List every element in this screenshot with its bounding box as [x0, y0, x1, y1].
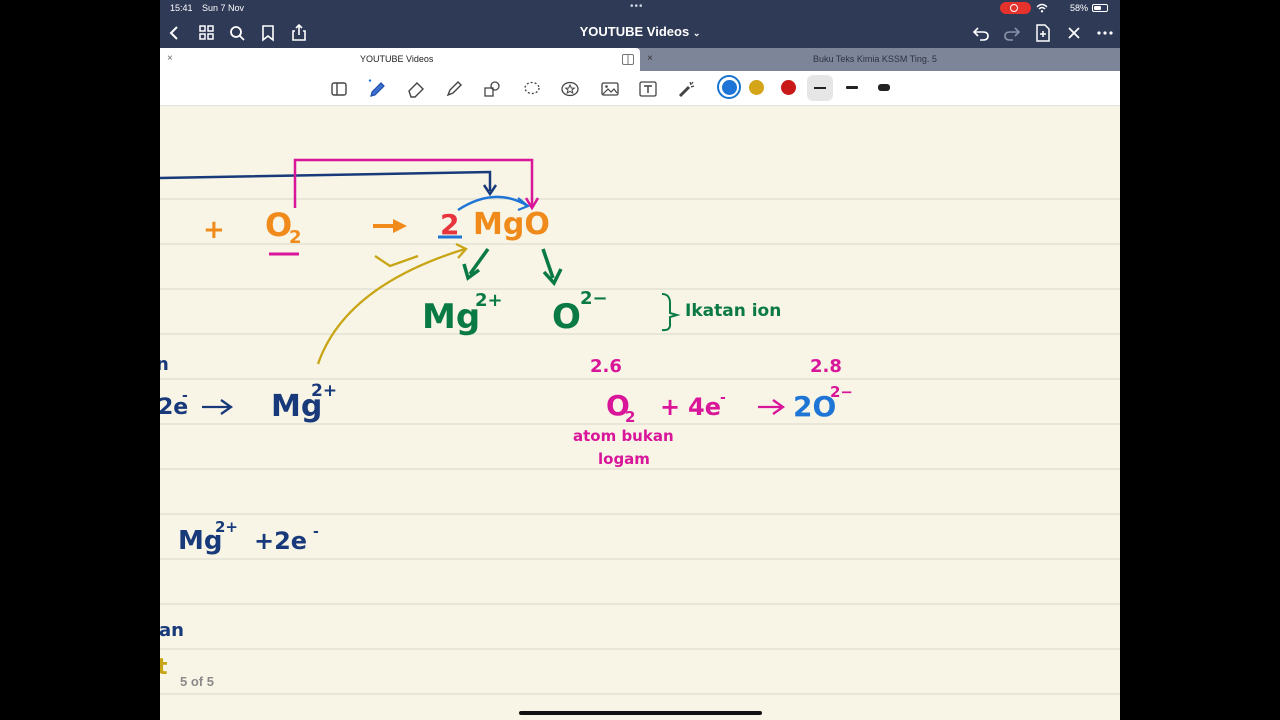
more-icon[interactable]: [1096, 24, 1114, 42]
brace-icon: [661, 293, 681, 332]
magnesium-ion: Mg: [422, 297, 480, 337]
text-icon[interactable]: [638, 79, 658, 99]
add-page-icon[interactable]: [1034, 24, 1052, 42]
stroke-medium-icon: [846, 86, 858, 89]
status-bar: 15:41 Sun 7 Nov ••• 58%: [160, 0, 1120, 17]
shapes-icon[interactable]: [482, 79, 502, 99]
lasso-icon[interactable]: [522, 79, 542, 99]
ikatan-ion-label: Ikatan ion: [685, 301, 781, 321]
search-icon[interactable]: [228, 24, 246, 42]
annotation-toolbar: [160, 71, 1120, 106]
magenta-arrow: [758, 399, 786, 415]
nav-bar: YOUTUBE Videos ⌄: [160, 17, 1120, 48]
chevron-down-icon: ⌄: [692, 28, 701, 38]
document-title[interactable]: YOUTUBE Videos ⌄: [540, 24, 740, 39]
electron-term-sup: -: [182, 388, 188, 404]
navy-arrow: [202, 399, 234, 415]
bookmark-icon[interactable]: [259, 24, 277, 42]
four-electrons: 4e: [688, 393, 721, 421]
sidebar-icon[interactable]: [329, 79, 349, 99]
stroke-thick-button[interactable]: [871, 75, 897, 101]
cut-off-text-an: an: [160, 620, 184, 641]
note-page-canvas[interactable]: + O 2 2 MgO Mg 2+ O 2− Ikatan ion n 2e -…: [160, 106, 1120, 720]
color-swatch-yellow[interactable]: [749, 80, 764, 95]
screen-recording-indicator[interactable]: [1000, 2, 1031, 14]
config-oxide-ion: 2.8: [810, 356, 842, 377]
page-indicator: 5 of 5: [180, 674, 214, 689]
image-icon[interactable]: [600, 79, 620, 99]
stroke-medium-button[interactable]: [839, 75, 865, 101]
color-swatch-red[interactable]: [781, 80, 796, 95]
product-mgo: MgO: [473, 207, 550, 242]
record-icon: [1010, 4, 1018, 12]
oxide-product-charge: 2−: [830, 383, 853, 401]
magenta-connector-arrow: [293, 158, 534, 208]
tab-label: YOUTUBE Videos: [360, 54, 434, 64]
plus-2e: +2e: [254, 527, 307, 555]
coefficient: 2: [440, 208, 459, 241]
tab-buku-teks[interactable]: × Buku Teks Kimia KSSM Ting. 5: [640, 48, 1120, 71]
split-view-icon[interactable]: [622, 54, 634, 65]
tab-label: Buku Teks Kimia KSSM Ting. 5: [813, 54, 937, 64]
pen-icon[interactable]: [367, 79, 387, 99]
oxide-ion-charge: 2−: [580, 288, 608, 309]
share-icon[interactable]: [290, 24, 308, 42]
mg-ion-line2-charge: 2+: [215, 518, 238, 536]
color-swatch-blue[interactable]: [722, 80, 737, 95]
tab-youtube-videos[interactable]: × YOUTUBE Videos: [160, 48, 640, 71]
document-title-label: YOUTUBE Videos: [579, 24, 690, 39]
config-oxygen-atom: 2.6: [590, 356, 622, 377]
status-date: Sun 7 Nov: [202, 3, 245, 13]
cut-off-text-n: n: [160, 354, 169, 375]
oxygen-subscript: 2: [289, 227, 302, 248]
magnesium-ion-charge: 2+: [475, 290, 503, 311]
eraser-icon[interactable]: [406, 79, 426, 99]
multitasking-dots-icon[interactable]: •••: [630, 1, 644, 12]
stroke-thick-icon: [878, 84, 890, 91]
plus-electrons: +: [660, 393, 680, 421]
sticker-icon[interactable]: [560, 79, 580, 99]
stroke-thin-icon: [814, 87, 826, 89]
tab-close-icon[interactable]: ×: [647, 53, 653, 64]
undo-icon[interactable]: [972, 24, 990, 42]
wifi-icon: [1036, 3, 1048, 15]
mg-2plus-charge: 2+: [311, 381, 337, 401]
home-indicator[interactable]: [519, 711, 762, 715]
redo-icon[interactable]: [1003, 24, 1021, 42]
ruled-lines: [160, 198, 1120, 695]
battery-percent: 58%: [1070, 3, 1089, 13]
oxygen-eq-sub: 2: [625, 408, 635, 426]
plus-2e-sup: -: [313, 524, 319, 540]
atom-bukan-logam-line1: atom bukan: [573, 427, 674, 445]
back-chevron-icon[interactable]: [166, 24, 184, 42]
laser-pointer-icon[interactable]: [677, 79, 697, 99]
tab-close-icon[interactable]: ×: [167, 53, 173, 64]
grid-icon[interactable]: [198, 24, 216, 42]
four-electrons-sup: -: [720, 390, 726, 406]
cut-off-text-t: t: [160, 655, 168, 680]
highlighter-icon[interactable]: [444, 79, 464, 99]
plus-sign: +: [203, 215, 225, 245]
atom-bukan-logam-line2: logam: [598, 450, 650, 468]
close-icon[interactable]: [1065, 24, 1083, 42]
battery-icon: [1092, 4, 1108, 12]
ipad-screen: 15:41 Sun 7 Nov ••• 58% YOUTUBE Videos ⌄…: [160, 0, 1120, 720]
navy-connector-arrow: [160, 170, 492, 191]
oxide-ion: O: [552, 297, 581, 337]
status-time: 15:41: [170, 3, 193, 13]
stroke-thin-button[interactable]: [807, 75, 833, 101]
tab-bar: × YOUTUBE Videos × Buku Teks Kimia KSSM …: [160, 48, 1120, 71]
